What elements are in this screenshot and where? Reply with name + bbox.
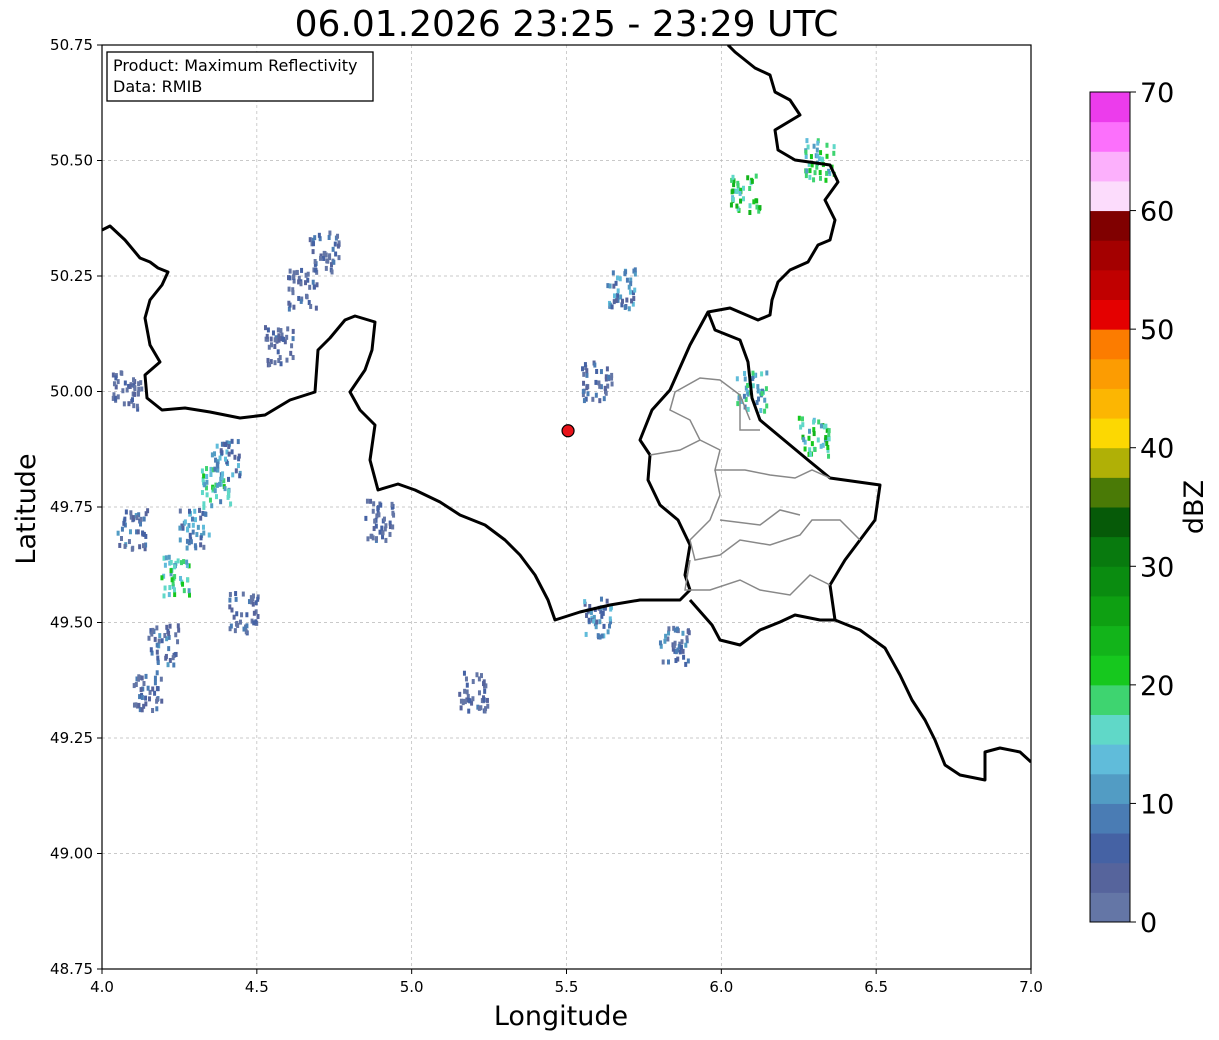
y-tick-label: 50.50 <box>50 152 93 170</box>
colorbar-segment <box>1090 92 1130 123</box>
x-tick-label: 5.5 <box>555 978 579 996</box>
colorbar-segment <box>1090 121 1130 152</box>
colorbar-segment <box>1090 714 1130 745</box>
x-tick-label: 5.0 <box>400 978 424 996</box>
colorbar-segment <box>1090 744 1130 775</box>
colorbar-tick-label: 20 <box>1140 671 1174 702</box>
radar-site-marker <box>561 424 575 438</box>
info-box: Product: Maximum Reflectivity Data: RMIB <box>106 51 374 102</box>
colorbar-segment <box>1090 892 1130 923</box>
colorbar-segment <box>1090 180 1130 212</box>
y-tick-label: 49.00 <box>50 845 93 863</box>
x-tick-label: 7.0 <box>1019 978 1043 996</box>
x-axis-ticks: 4.0 4.5 5.0 5.5 6.0 6.5 7.0 <box>90 969 1043 996</box>
colorbar-segment <box>1090 862 1130 893</box>
x-tick-label: 4.0 <box>90 978 114 996</box>
colorbar-segment <box>1090 329 1130 360</box>
colorbar-segment <box>1090 625 1130 656</box>
colorbar-tick-label: 60 <box>1140 197 1174 228</box>
radar-map-figure: Product: Maximum Reflectivity Data: RMIB… <box>11 36 1210 1032</box>
colorbar-segment <box>1090 655 1130 686</box>
x-axis-label: Longitude <box>494 1001 628 1032</box>
colorbar-segment <box>1090 388 1130 419</box>
colorbar-segment <box>1090 536 1130 567</box>
colorbar-tick-label: 0 <box>1140 908 1157 939</box>
colorbar-segment <box>1090 477 1130 508</box>
colorbar-segment <box>1090 447 1130 478</box>
colorbar-segment <box>1090 269 1130 300</box>
y-axis-label: Latitude <box>11 453 42 564</box>
colorbar-segment <box>1090 507 1130 538</box>
info-data-text: Data: RMIB <box>113 77 202 96</box>
colorbar-segment <box>1090 833 1130 864</box>
colorbar <box>1090 92 1130 923</box>
y-tick-label: 48.75 <box>50 960 93 978</box>
colorbar-segment <box>1090 566 1130 597</box>
colorbar-ticks: 0 10 20 30 40 50 60 70 <box>1130 78 1174 939</box>
y-tick-label: 49.75 <box>50 498 93 516</box>
colorbar-segment <box>1090 684 1130 715</box>
y-axis-ticks: 48.75 49.00 49.25 49.50 49.75 50.00 50.25 50.50… <box>50 36 102 978</box>
colorbar-tick-label: 40 <box>1140 434 1174 465</box>
y-tick-label: 50.00 <box>50 383 93 401</box>
x-tick-label: 4.5 <box>245 978 269 996</box>
colorbar-segment <box>1090 803 1130 834</box>
colorbar-segment <box>1090 299 1130 330</box>
colorbar-segment <box>1090 210 1130 241</box>
x-tick-label: 6.0 <box>709 978 733 996</box>
colorbar-segment <box>1090 240 1130 271</box>
colorbar-segment <box>1090 418 1130 449</box>
colorbar-tick-label: 30 <box>1140 552 1174 583</box>
colorbar-tick-label: 50 <box>1140 315 1174 346</box>
colorbar-segment <box>1090 151 1130 182</box>
y-tick-label: 50.75 <box>50 36 93 54</box>
colorbar-segment <box>1090 773 1130 804</box>
info-product-text: Product: Maximum Reflectivity <box>113 56 357 75</box>
y-tick-label: 49.25 <box>50 729 93 747</box>
y-tick-label: 50.25 <box>50 267 93 285</box>
x-tick-label: 6.5 <box>864 978 888 996</box>
colorbar-label: dBZ <box>1179 480 1210 534</box>
y-tick-label: 49.50 <box>50 614 93 632</box>
colorbar-tick-label: 70 <box>1140 78 1174 109</box>
colorbar-segment <box>1090 595 1130 627</box>
colorbar-segment <box>1090 358 1130 389</box>
colorbar-tick-label: 10 <box>1140 789 1174 820</box>
